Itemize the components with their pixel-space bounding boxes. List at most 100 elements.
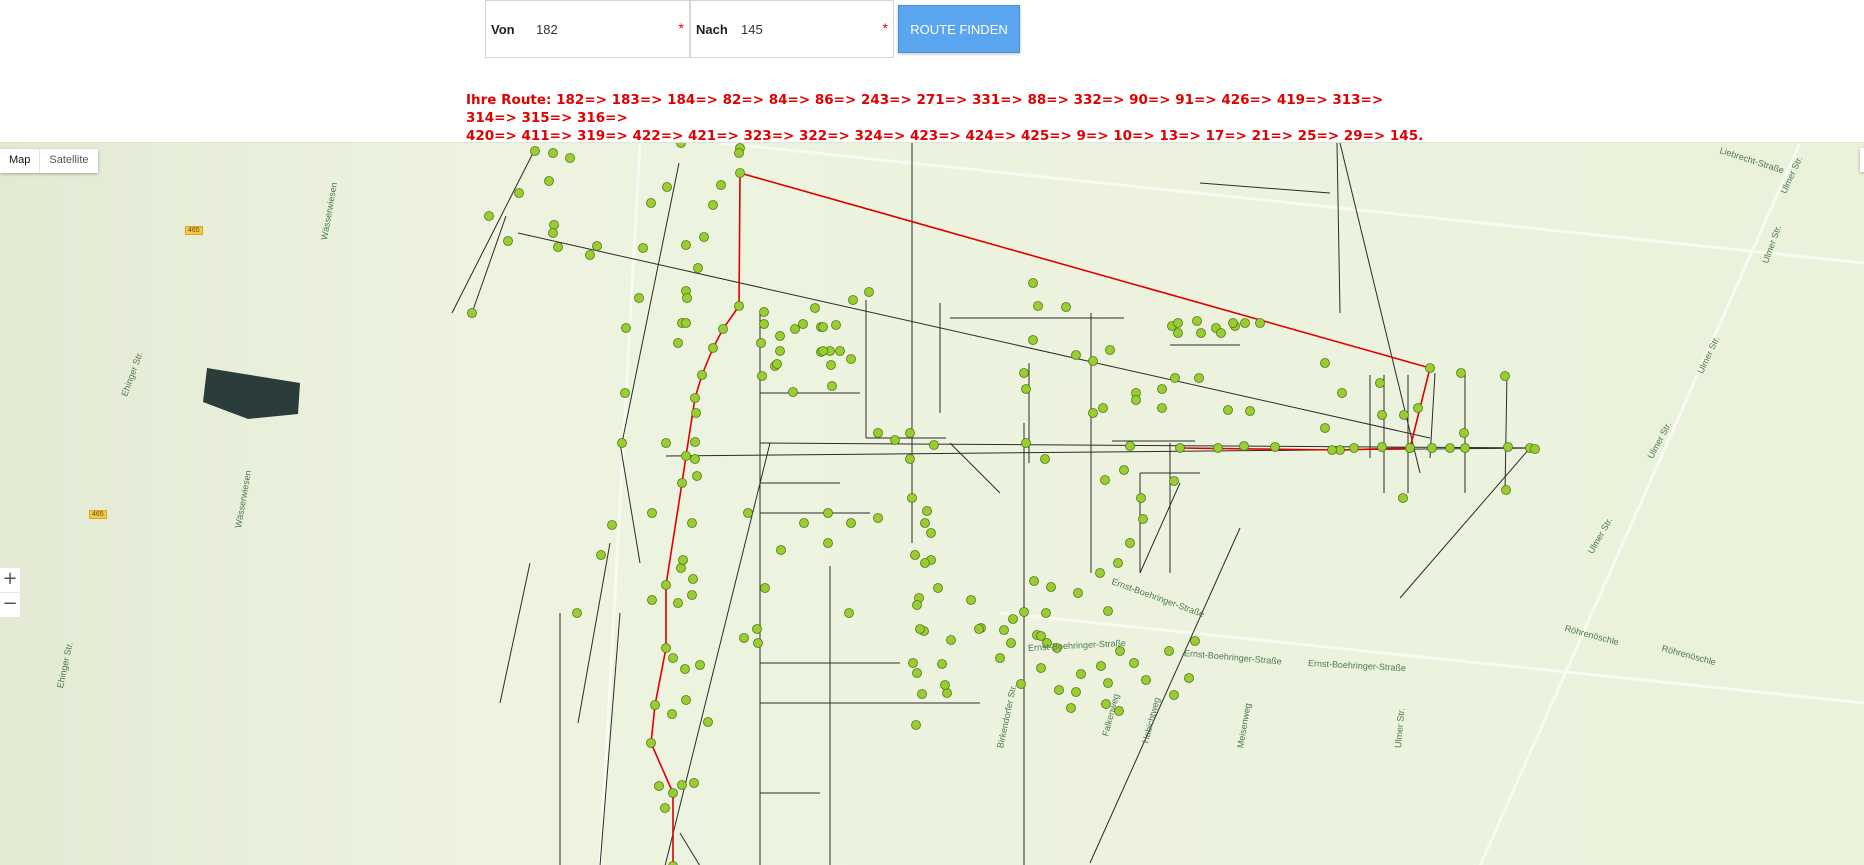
map-canvas[interactable]: Map Satellite + − 465 465 Wässerwiesen E… <box>0 142 1864 865</box>
graph-node <box>690 454 700 464</box>
graph-node <box>647 508 657 518</box>
graph-node <box>690 437 700 447</box>
graph-node <box>1377 442 1387 452</box>
graph-edge <box>738 172 741 307</box>
graph-node <box>592 241 602 251</box>
zoom-out-button[interactable]: − <box>0 593 20 617</box>
to-label: Nach <box>696 22 728 37</box>
to-field[interactable]: Nach * <box>690 0 894 58</box>
zoom-in-button[interactable]: + <box>0 568 20 592</box>
graph-node <box>799 518 809 528</box>
graph-node <box>681 318 691 328</box>
graph-node <box>1033 301 1043 311</box>
graph-node <box>638 243 648 253</box>
graph-node <box>905 454 915 464</box>
graph-node <box>1460 443 1470 453</box>
graph-node <box>621 323 631 333</box>
graph-node <box>1349 443 1359 453</box>
graph-node <box>544 176 554 186</box>
graph-node <box>553 242 563 252</box>
from-label: Von <box>491 22 515 37</box>
graph-node <box>691 408 701 418</box>
graph-node <box>681 240 691 250</box>
graph-node <box>549 220 559 230</box>
graph-node <box>1190 636 1200 646</box>
from-field[interactable]: Von * <box>485 0 690 58</box>
graph-node <box>1503 442 1513 452</box>
graph-node <box>1021 384 1031 394</box>
graph-node <box>668 788 678 798</box>
graph-node <box>1399 410 1409 420</box>
graph-node <box>678 555 688 565</box>
graph-node <box>890 435 900 445</box>
graph-node <box>1103 678 1113 688</box>
graph-node <box>1008 614 1018 624</box>
graph-node <box>1141 675 1151 685</box>
graph-node <box>1096 661 1106 671</box>
graph-node <box>703 717 713 727</box>
graph-node <box>974 624 984 634</box>
graph-node <box>1103 606 1113 616</box>
graph-node <box>1071 350 1081 360</box>
graph-node <box>699 232 709 242</box>
graph-node <box>920 558 930 568</box>
graph-node <box>920 518 930 528</box>
graph-node <box>572 608 582 618</box>
graph-node <box>1125 441 1135 451</box>
find-route-button[interactable]: ROUTE FINDEN <box>898 5 1020 53</box>
graph-node <box>1413 403 1423 413</box>
graph-node <box>818 346 828 356</box>
graph-node <box>1169 476 1179 486</box>
graph-node <box>757 371 767 381</box>
graph-node <box>835 346 845 356</box>
graph-node <box>617 438 627 448</box>
map-graphics <box>0 143 1864 865</box>
graph-node <box>915 624 925 634</box>
graph-node <box>873 513 883 523</box>
graph-node <box>1398 493 1408 503</box>
graph-node <box>1157 384 1167 394</box>
graph-node <box>846 518 856 528</box>
map-type-satellite[interactable]: Satellite <box>40 149 97 173</box>
route-line-1: 182=> 183=> 184=> 82=> 84=> 86=> 243=> 2… <box>466 92 1384 126</box>
graph-node <box>689 778 699 788</box>
to-input[interactable] <box>741 22 851 37</box>
graph-node <box>1377 410 1387 420</box>
graph-node <box>1500 371 1510 381</box>
graph-node <box>1066 703 1076 713</box>
graph-node <box>929 440 939 450</box>
graph-node <box>718 324 728 334</box>
graph-node <box>1054 685 1064 695</box>
graph-node <box>873 428 883 438</box>
graph-node <box>661 580 671 590</box>
graph-node <box>596 550 606 560</box>
graph-node <box>1425 363 1435 373</box>
graph-node <box>654 781 664 791</box>
graph-node <box>677 478 687 488</box>
from-input[interactable] <box>536 22 646 37</box>
graph-node <box>759 319 769 329</box>
graph-node <box>739 633 749 643</box>
graph-node <box>1501 485 1511 495</box>
graph-node <box>798 319 808 329</box>
graph-node <box>734 301 744 311</box>
graph-node <box>1028 335 1038 345</box>
graph-node <box>681 451 691 461</box>
graph-node <box>1113 558 1123 568</box>
graph-node <box>756 338 766 348</box>
graph-node <box>1028 278 1038 288</box>
graph-node <box>826 360 836 370</box>
right-map-control[interactable] <box>1860 148 1864 172</box>
graph-node <box>823 538 833 548</box>
map-type-map[interactable]: Map <box>0 149 41 173</box>
graph-node <box>1088 356 1098 366</box>
graph-node <box>514 188 524 198</box>
graph-node <box>687 518 697 528</box>
graph-node <box>1405 443 1415 453</box>
graph-node <box>1427 443 1437 453</box>
map-type-control[interactable]: Map Satellite <box>0 149 98 173</box>
graph-node <box>1006 638 1016 648</box>
graph-node <box>1021 438 1031 448</box>
graph-node <box>530 146 540 156</box>
route-result: Ihre Route: 182=> 183=> 184=> 82=> 84=> … <box>466 91 1426 145</box>
